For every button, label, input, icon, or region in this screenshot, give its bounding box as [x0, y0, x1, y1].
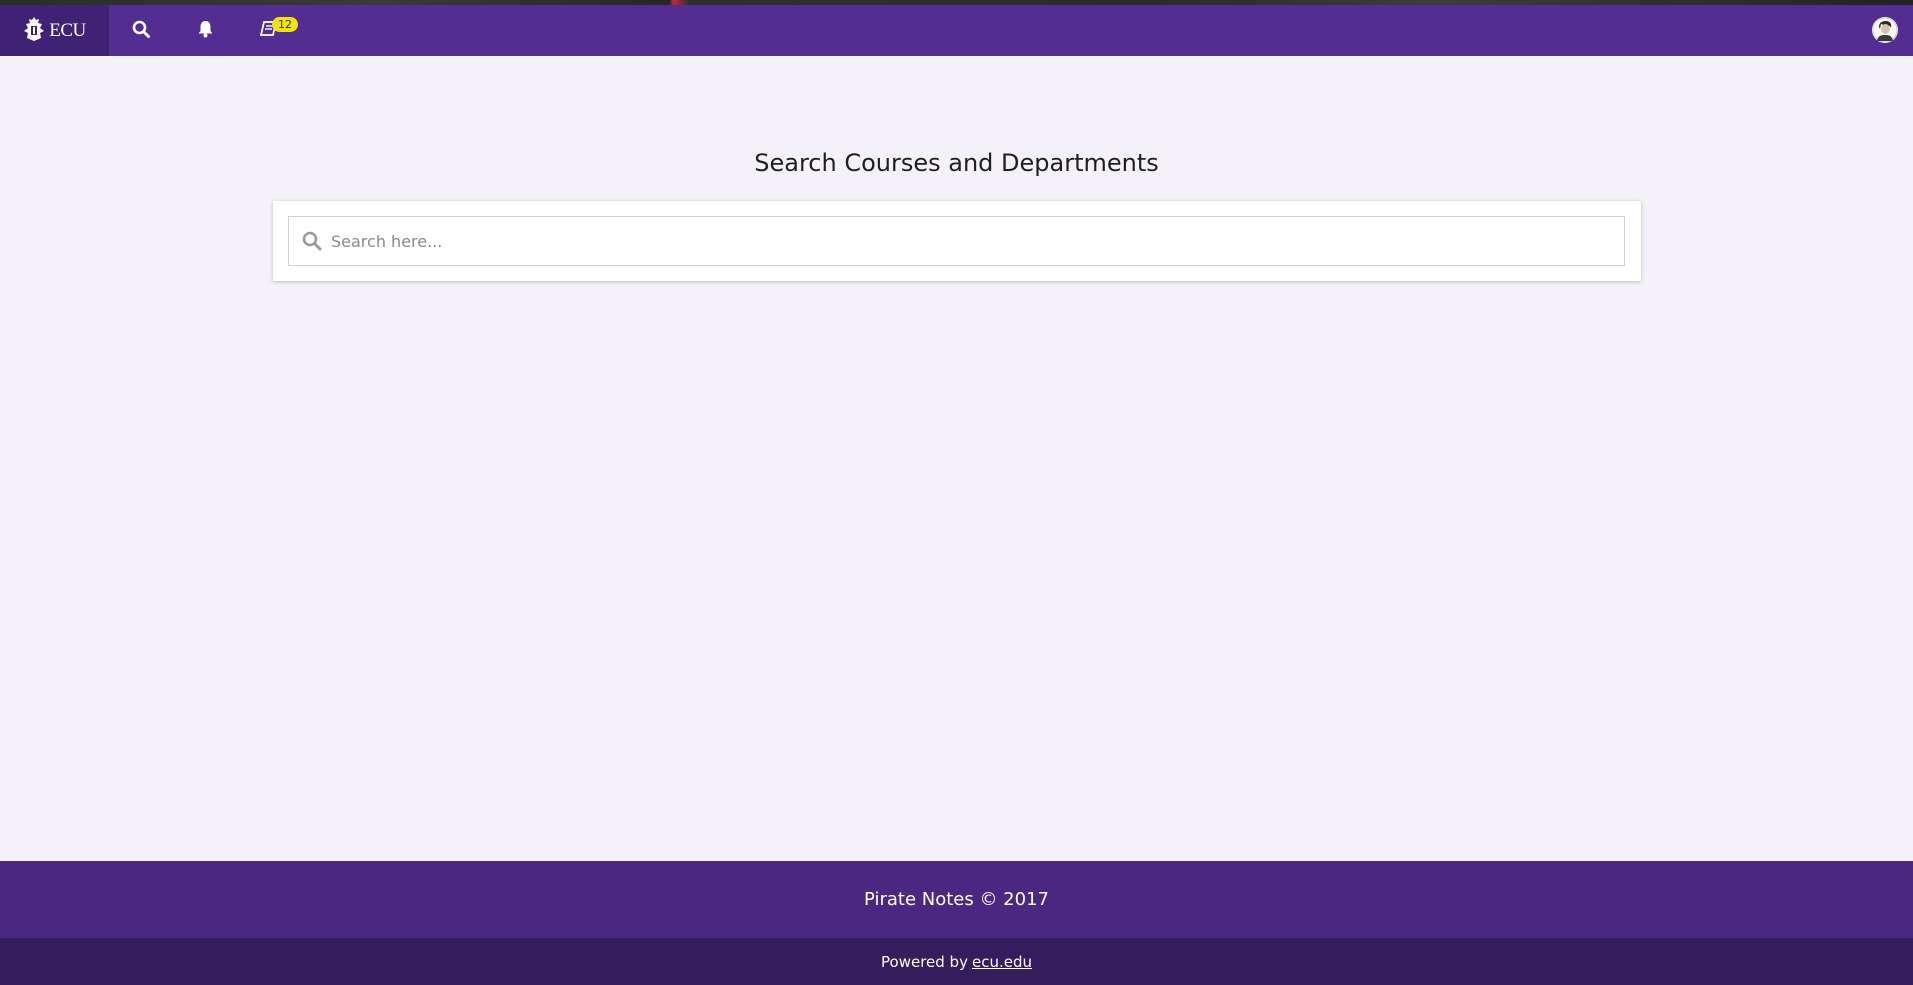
search-nav-button[interactable] — [109, 5, 173, 56]
footer: Pirate Notes © 2017 — [0, 861, 1913, 938]
notes-count-badge: 12 — [272, 17, 298, 32]
bell-icon — [197, 20, 214, 42]
search-box — [288, 216, 1625, 266]
powered-by-label: Powered by — [881, 952, 968, 971]
ecu-crest-icon — [23, 16, 45, 46]
ecu-logo-link[interactable]: ECU — [0, 5, 109, 56]
user-avatar[interactable] — [1872, 17, 1898, 43]
search-icon — [289, 231, 331, 251]
notes-nav-button[interactable]: 12 — [237, 5, 301, 56]
footer-powered-by: Powered by ecu.edu — [0, 938, 1913, 985]
main-content: Search Courses and Departments — [0, 56, 1913, 861]
search-card — [273, 201, 1641, 281]
top-navbar: ECU 12 — [0, 5, 1913, 56]
search-icon — [132, 20, 150, 42]
ecu-site-link[interactable]: ecu.edu — [972, 953, 1032, 971]
search-input[interactable] — [331, 218, 1624, 264]
page-title: Search Courses and Departments — [754, 149, 1159, 177]
brand-text: ECU — [49, 19, 86, 41]
notifications-nav-button[interactable] — [173, 5, 237, 56]
footer-title: Pirate Notes © 2017 — [864, 889, 1049, 910]
